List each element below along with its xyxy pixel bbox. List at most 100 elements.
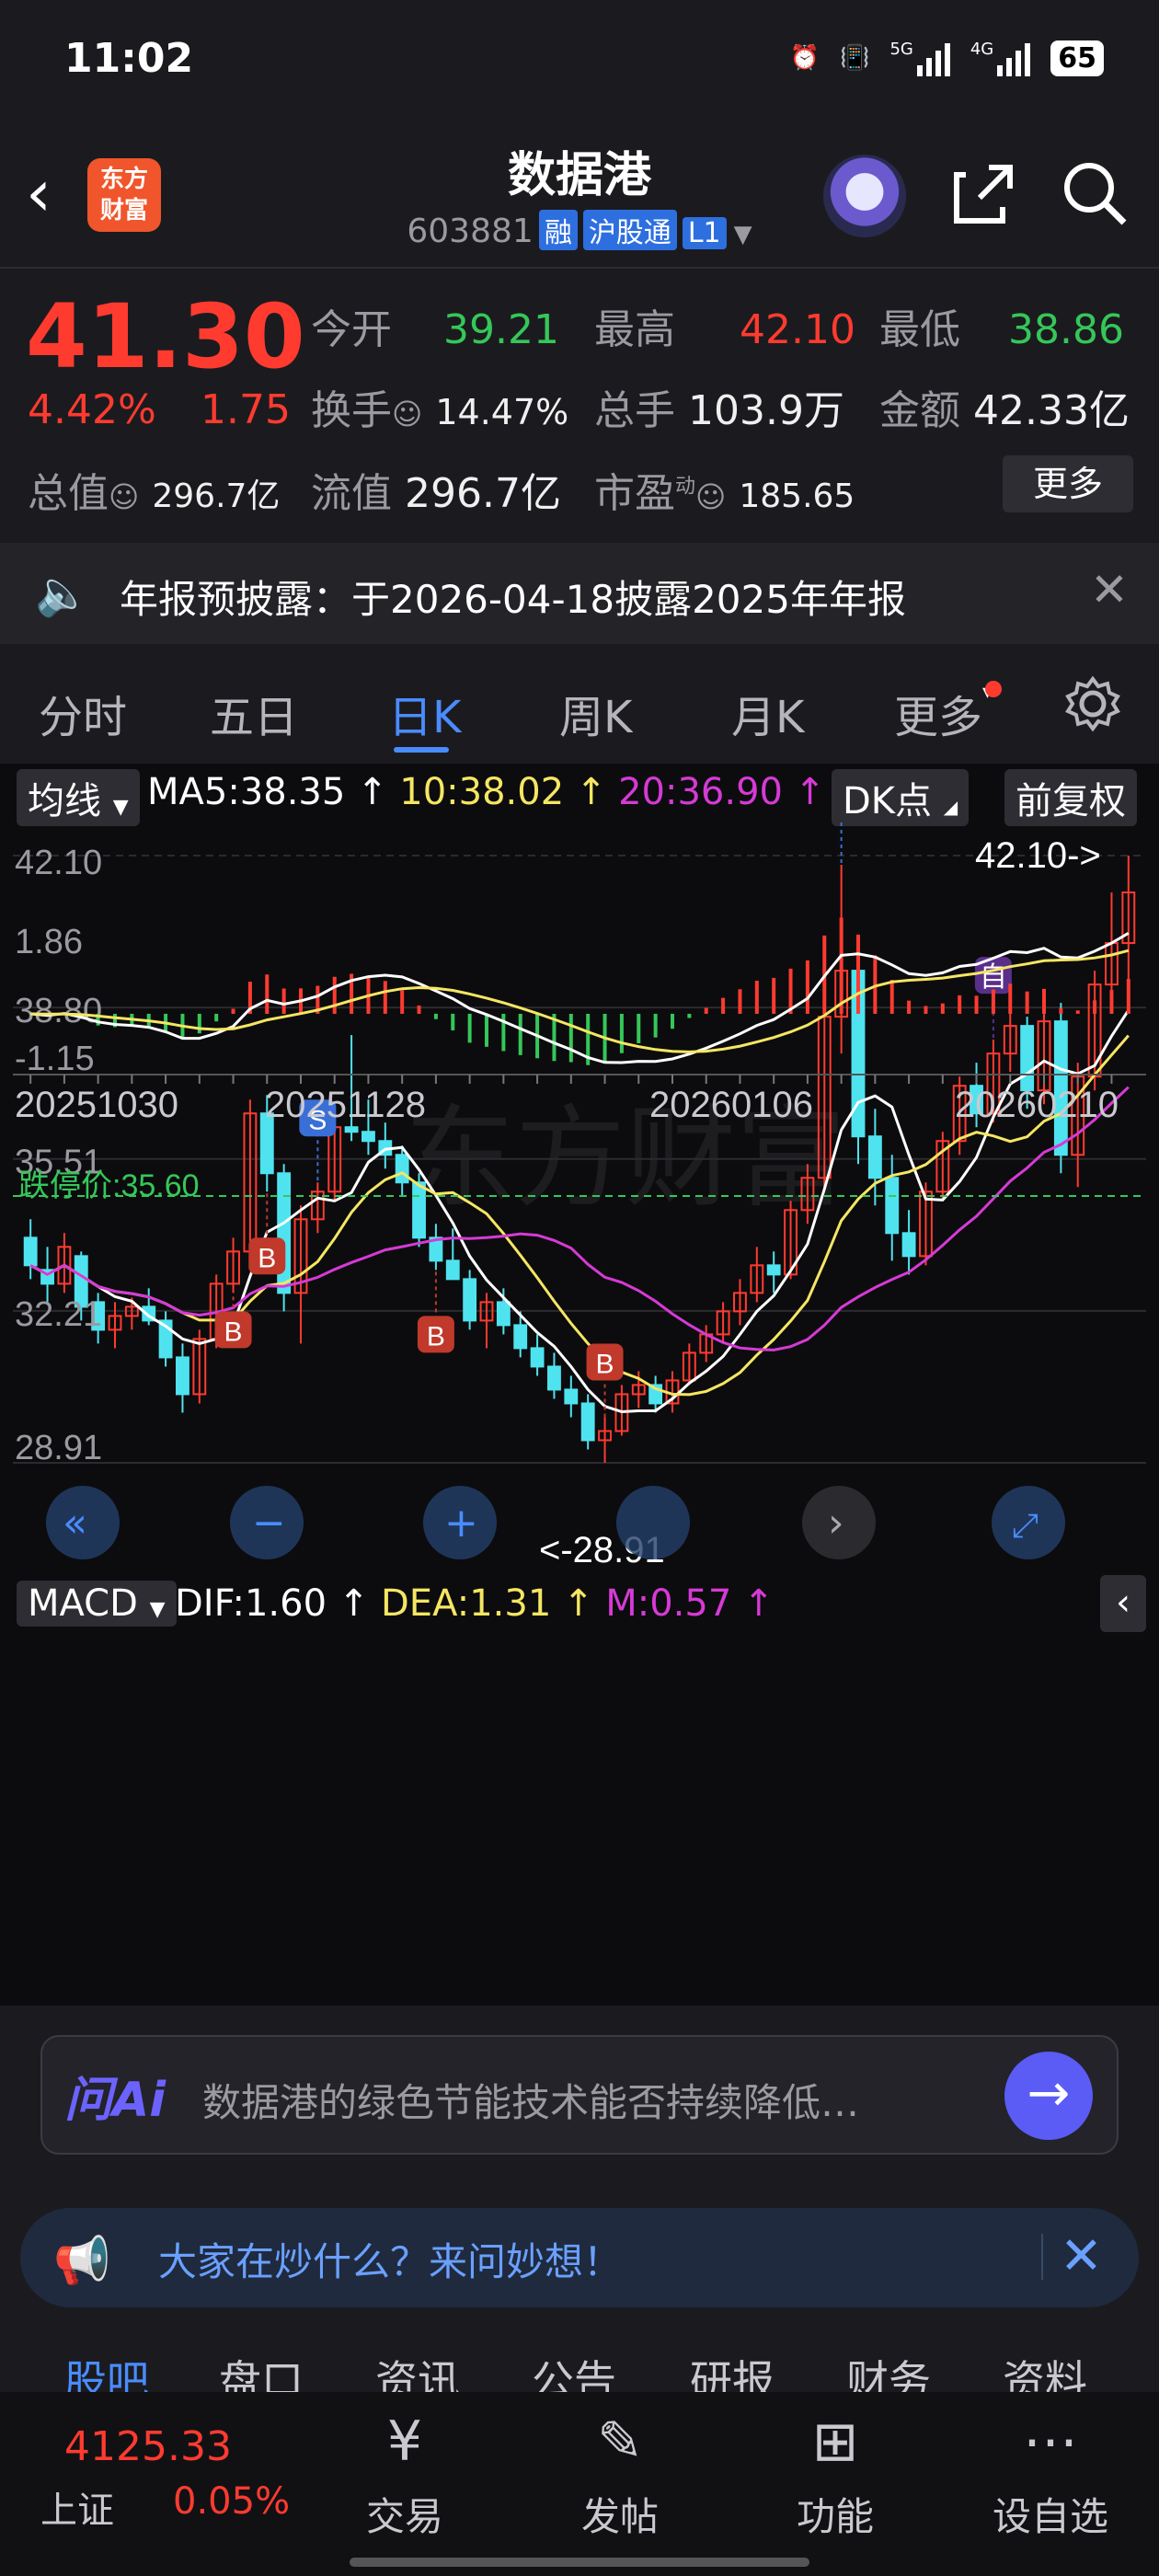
macd-chart[interactable]: 1.86 -1.15 20251030 20251128 20260106 2026021… [13,917,1146,1125]
quote-market-cap[interactable]: 总值☺ 296.7亿 [28,460,280,519]
x-tick-label: 20260210 [955,1085,1119,1125]
candle-body[interactable] [361,1131,375,1143]
trade-marker-label: B [596,1349,614,1379]
y-tick-label: 38.80 [15,992,102,1030]
speaker-icon: 🔈 [35,568,90,619]
quote-turnover[interactable]: 换手☺ 14.47% [311,377,568,436]
limit-down-label: 跌停价:35.60 [18,1168,200,1203]
vibrate-icon: 📳 [840,44,870,72]
index-value[interactable]: 4125.33 [64,2423,232,2470]
ask-ai-prompt[interactable]: 数据港的绿色节能技术能否持续降低… [202,2072,975,2128]
adjust-toggle[interactable]: 前复权 [1004,769,1137,826]
quote-volume: 总手 103.9万 [594,387,844,434]
status-icons: ⏰ 📳 5G 4G 65 [790,35,1104,81]
change-amount: 1.75 [201,386,291,433]
status-time: 11:02 [64,35,194,82]
quote-pe[interactable]: 市盈动☺ 185.65 [594,460,855,519]
candle-body[interactable] [395,1154,409,1184]
tab-weekly-k[interactable]: 周K [559,681,632,745]
megaphone-icon: 📢 [53,2234,111,2287]
discussion-text[interactable]: 大家在炒什么？来问妙想！ [158,2231,622,2287]
tab-more[interactable]: 更多▾ [894,681,1003,745]
stock-code: 603881 [407,213,534,250]
ask-ai-logo: 问Ai [64,2073,166,2128]
x-tick-label: 20260106 [649,1085,813,1125]
nav-post[interactable]: ✎ 发帖 [556,2401,684,2542]
divider [0,267,1159,269]
x-tick-label: 20251030 [15,1085,178,1125]
double-left-icon: « [63,1500,87,1547]
last-price: 41.30 [26,285,305,388]
candle-body[interactable] [176,1356,189,1396]
nav-trade[interactable]: ¥ 交易 [340,2401,469,2542]
change-percent: 4.42% [28,386,156,433]
ma-selector[interactable]: 均线 ▼ [17,769,140,826]
candle-body[interactable] [445,1259,460,1281]
candle-body[interactable] [496,1301,511,1327]
candle-body[interactable] [1020,1025,1035,1092]
candle-body[interactable] [901,1232,916,1258]
candle-body[interactable] [580,1402,595,1442]
tag-margin: 融 [538,210,578,250]
macd-y-tick: -1.15 [15,1040,95,1078]
battery-icon: 65 [1050,40,1104,76]
notice-text[interactable]: 年报预披露：于2026-04-18披露2025年年报 [120,569,906,625]
candle-body[interactable] [547,1365,561,1391]
candle-body[interactable] [564,1388,579,1405]
candle-body[interactable] [885,1177,900,1235]
candle-body[interactable] [530,1347,545,1368]
nav-functions[interactable]: ⊞ 功能 [771,2401,900,2542]
share-icon[interactable] [947,156,1021,230]
tag-connect: 沪股通 [582,210,677,250]
trade-marker-label: B [258,1243,276,1273]
scroll-step-button[interactable] [616,1486,690,1559]
dk-point-toggle[interactable]: DK点 ◢ [832,769,970,826]
high-marker: 42.10-> [975,835,1101,876]
grid-icon: ⊞ [811,2409,859,2474]
close-icon[interactable]: ✕ [1090,563,1129,616]
settings-icon[interactable] [1062,673,1123,734]
kline-chart[interactable]: 东方财富 42.1038.8035.5132.2128.91 SBBBBS自 跌… [0,819,1159,1665]
dif-line [30,932,1130,1064]
x-tick-label: 20251128 [265,1085,426,1125]
more-quote-button[interactable]: 更多 [1003,455,1133,512]
candle-body[interactable] [766,1264,781,1276]
trade-marker-label: B [224,1317,243,1347]
candle-body[interactable] [463,1278,477,1322]
divider [1041,2234,1043,2280]
candle-body[interactable] [412,1181,426,1239]
arrow-right-icon[interactable]: → [1004,2052,1093,2140]
trade-marker-label: B [427,1321,445,1351]
tab-intraday[interactable]: 分时 [39,681,127,745]
index-change: 0.05% [173,2480,291,2523]
minus-icon: − [252,1500,286,1547]
red-dot-badge [985,681,1003,697]
chevron-down-icon[interactable]: ▼ [734,221,752,248]
chevron-right-icon: › [828,1500,844,1547]
signal-5g-icon: 5G [889,40,950,76]
y-tick-label: 32.21 [15,1295,102,1334]
yen-icon: ¥ [386,2409,423,2474]
edit-icon: ✎ [596,2409,644,2474]
candle-body[interactable] [23,1236,38,1267]
quote-amount: 金额 42.33亿 [879,387,1130,434]
tab-monthly-k[interactable]: 月K [731,681,804,745]
alarm-icon: ⏰ [789,44,820,72]
plus-icon: + [444,1500,478,1547]
search-icon[interactable] [1058,156,1131,230]
candle-body[interactable] [277,1172,292,1294]
signal-4g-icon: 4G [970,40,1031,76]
nav-add-watchlist[interactable]: ⋯ 设自选 [986,2401,1115,2542]
tag-level: L1 [682,217,727,249]
macd-y-tick: 1.86 [15,923,83,961]
tab-five-day[interactable]: 五日 [210,681,298,745]
tab-daily-k[interactable]: 日K [388,681,461,745]
quote-high: 最高 42.10 [594,306,855,353]
quote-open: 今开 39.21 [311,306,559,353]
candle-body[interactable] [867,1135,882,1179]
quote-low: 最低 38.86 [879,306,1124,353]
close-icon[interactable]: ✕ [1060,2226,1103,2286]
candle-body[interactable] [513,1324,528,1350]
ai-assistant-avatar[interactable] [823,155,906,237]
candle-body[interactable] [344,1126,359,1133]
